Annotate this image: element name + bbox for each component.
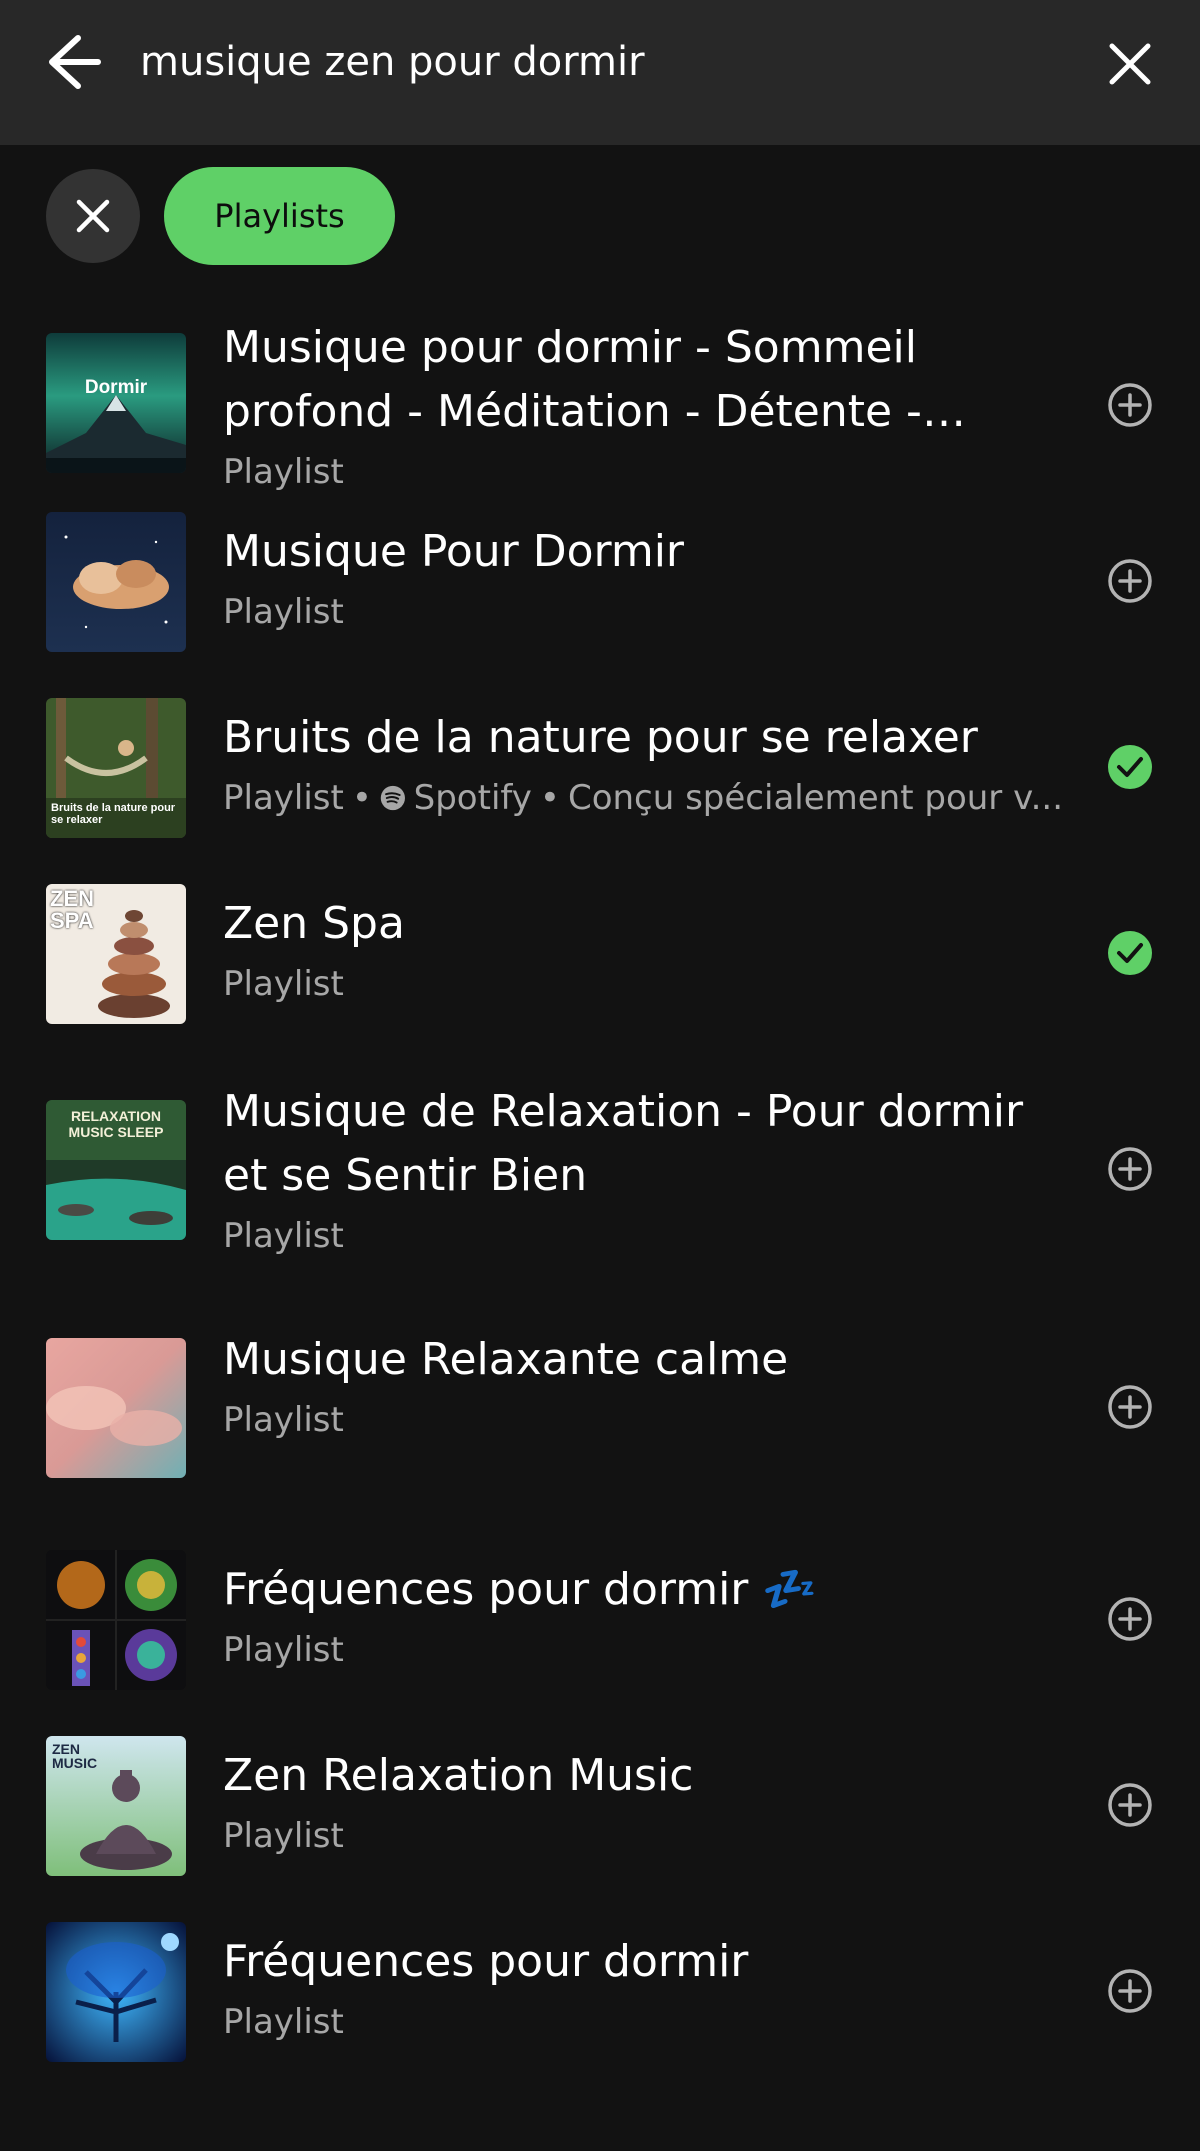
search-header [0,0,1200,145]
add-to-library-button[interactable] [1107,558,1153,604]
result-title: Musique pour dormir - Sommeil profond - … [223,322,922,437]
list-item[interactable]: RELAXATION MUSIC SLEEP Musique de Relaxa… [0,1086,1200,1338]
filter-chips: Playlists [0,145,1200,285]
list-item[interactable]: Musique Pour Dormir Playlist [0,512,1200,698]
added-to-library-button[interactable] [1107,930,1153,976]
result-subtitle: Playlist [223,1216,344,1256]
plus-circle-icon [1108,383,1152,427]
list-item[interactable]: Fréquences pour dormir Playlist [0,1922,1200,2108]
cover-text: ZEN SPA [50,886,94,933]
playlist-cover: ZEN SPA [46,884,186,1024]
filter-chip-playlists[interactable]: Playlists [164,167,395,265]
check-circle-icon [1108,931,1152,975]
result-title: Musique de Relaxation - Pour dormir et s… [223,1086,1024,1201]
result-title: Musique Pour Dormir [223,526,685,577]
playlist-cover [46,1922,186,2062]
clear-filter-button[interactable] [46,169,140,263]
playlist-cover [46,512,186,652]
playlist-cover: Bruits de la nature pour se relaxer [46,698,186,838]
close-icon [1109,43,1151,85]
result-subtitle: Playlist [223,1816,344,1856]
result-subtitle: Playlist [223,2002,344,2042]
result-subtitle: Playlist [223,964,344,1004]
result-subtitle: Playlist [223,1630,344,1670]
search-input[interactable] [140,30,1040,94]
playlist-cover: ZEN MUSIC [46,1736,186,1876]
plus-circle-icon [1108,1783,1152,1827]
plus-circle-icon [1108,1147,1152,1191]
list-item[interactable]: Fréquences pour dormir 💤 Playlist [0,1550,1200,1736]
add-to-library-button[interactable] [1107,1596,1153,1642]
list-item[interactable]: Bruits de la nature pour se relaxer Brui… [0,698,1200,884]
add-to-library-button[interactable] [1107,1146,1153,1192]
add-to-library-button[interactable] [1107,382,1153,428]
list-item[interactable]: Musique Relaxante calme Playlist [0,1334,1200,1550]
result-title: Musique Relaxante calme [223,1334,789,1385]
added-to-library-button[interactable] [1107,744,1153,790]
result-title: Fréquences pour dormir [223,1936,749,1987]
add-to-library-button[interactable] [1107,1384,1153,1430]
result-subtitle: Playlist [223,592,344,632]
result-subtitle: Playlist [223,452,344,492]
result-subtitle: Playlist • Spotify • Conçu spécialement … [223,778,1063,818]
add-to-library-button[interactable] [1107,1782,1153,1828]
spotify-logo-icon [380,785,405,811]
close-icon [76,199,110,233]
plus-circle-icon [1108,1597,1152,1641]
playlist-cover: Dormir [46,333,186,473]
plus-circle-icon [1108,1969,1152,2013]
playlist-cover [46,1550,186,1690]
result-title: Fréquences pour dormir 💤 [223,1564,818,1615]
cover-text: RELAXATION MUSIC SLEEP [68,1108,164,1140]
plus-circle-icon [1108,1385,1152,1429]
back-button[interactable] [38,30,102,94]
results-list: Dormir Musique pour dormir - Sommeil pro… [0,300,1200,2108]
result-title: Bruits de la nature pour se relaxer [223,712,978,763]
playlist-cover [46,1338,186,1478]
list-item[interactable]: ZEN MUSIC Zen Relaxation Music Playlist [0,1736,1200,1922]
list-item[interactable]: ZEN SPA Zen Spa Playlist [0,884,1200,1100]
result-title: Zen Spa [223,898,405,949]
playlist-cover: RELAXATION MUSIC SLEEP [46,1100,186,1240]
result-subtitle: Playlist [223,1400,344,1440]
cover-text: ZEN MUSIC [52,1741,98,1771]
cover-text: Bruits de la nature pour se relaxer [51,802,176,826]
plus-circle-icon [1108,559,1152,603]
clear-search-button[interactable] [1100,34,1160,94]
arrow-left-icon [49,35,101,89]
list-item[interactable]: Dormir Musique pour dormir - Sommeil pro… [0,300,1200,512]
result-title: Zen Relaxation Music [223,1750,694,1801]
check-circle-icon [1108,745,1152,789]
add-to-library-button[interactable] [1107,1968,1153,2014]
cover-text: Dormir [84,377,148,398]
